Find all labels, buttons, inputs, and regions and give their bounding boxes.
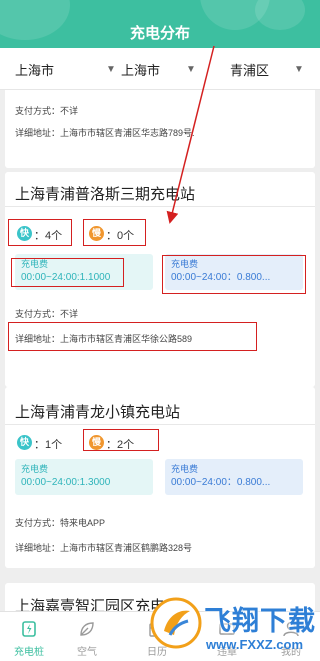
calendar-icon — [149, 623, 165, 637]
tab-label: 违章 — [217, 647, 237, 658]
tab-violation[interactable]: 违章 — [198, 612, 256, 661]
tab-charging-pile[interactable]: 充电桩 — [0, 612, 58, 661]
leaf-icon — [80, 622, 94, 636]
user-icon — [283, 621, 299, 637]
tab-label: 我的 — [281, 647, 301, 658]
annotation-arrow — [166, 45, 215, 224]
tab-label: 充电桩 — [14, 647, 44, 658]
bottom-tab-bar: 充电桩 空气 日历 违章 我的 — [0, 611, 320, 661]
tab-profile[interactable]: 我的 — [262, 612, 320, 661]
tab-label: 空气 — [77, 647, 97, 658]
charger-icon — [22, 621, 36, 637]
tab-calendar[interactable]: 日历 — [128, 612, 186, 661]
tab-label: 日历 — [147, 647, 167, 658]
tab-air[interactable]: 空气 — [58, 612, 116, 661]
ticket-icon — [219, 623, 235, 635]
